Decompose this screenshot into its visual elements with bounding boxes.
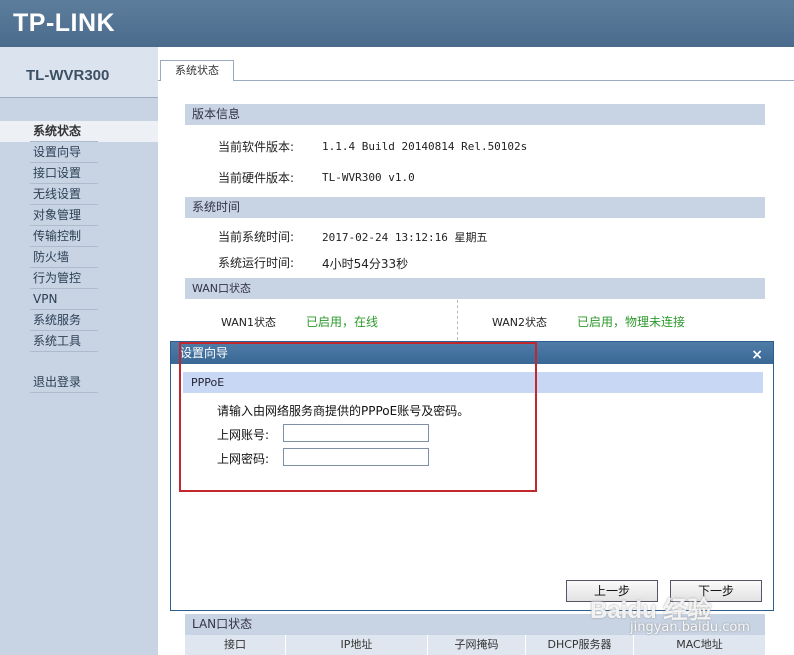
device-model: TL-WVR300	[0, 47, 158, 98]
sidebar-item-services[interactable]: 系统服务	[0, 310, 158, 331]
sidebar: TL-WVR300 系统状态 设置向导 接口设置 无线设置 对象管理 传输控制 …	[0, 47, 158, 655]
sidebar-item-tools[interactable]: 系统工具	[0, 331, 158, 352]
uptime-value: 4小时54分33秒	[322, 257, 409, 271]
lan-col-ip: IP地址	[286, 635, 428, 655]
lan-col-mac: MAC地址	[676, 638, 723, 651]
account-input[interactable]	[283, 424, 429, 442]
dialog-title: 设置向导	[180, 346, 229, 360]
version-section-header: 版本信息	[185, 104, 765, 125]
wan1-label: WAN1状态	[221, 316, 277, 329]
account-label: 上网账号:	[217, 428, 270, 442]
sidebar-item-logout[interactable]: 退出登录	[0, 372, 158, 393]
wan1-status: 已启用，在线	[306, 315, 379, 329]
lan-table-header: 接口 IP地址 子网掩码 DHCP服务器 MAC地址	[185, 635, 765, 655]
sidebar-item-setup-wizard[interactable]: 设置向导	[0, 142, 158, 163]
wan-divider	[457, 300, 458, 340]
tab-divider	[158, 80, 794, 81]
wan2-status: 已启用，物理未连接	[577, 315, 686, 329]
sidebar-item-interface[interactable]: 接口设置	[0, 163, 158, 184]
baidu-watermark-url: jingyan.baidu.com	[630, 620, 750, 635]
lan-col-subnet: 子网掩码	[428, 635, 526, 655]
dialog-titlebar: 设置向导 ×	[171, 342, 773, 364]
password-input[interactable]	[283, 448, 429, 466]
top-banner: TP-LINK	[0, 0, 794, 47]
hardware-version-label: 当前硬件版本:	[218, 171, 295, 185]
sidebar-item-objects[interactable]: 对象管理	[0, 205, 158, 226]
tp-link-logo: TP-LINK	[13, 9, 116, 37]
pppoe-instruction: 请输入由网络服务商提供的PPPoE账号及密码。	[217, 404, 470, 418]
pppoe-section-header: PPPoE	[183, 372, 763, 393]
lan-col-dhcp: DHCP服务器	[526, 635, 634, 655]
time-section-header: 系统时间	[185, 197, 765, 218]
sidebar-item-vpn[interactable]: VPN	[0, 289, 158, 310]
uptime-label: 系统运行时间:	[218, 256, 295, 270]
lan-col-interface: 接口	[185, 635, 286, 655]
system-time-label: 当前系统时间:	[218, 230, 295, 244]
password-label: 上网密码:	[217, 452, 270, 466]
sidebar-menu: 系统状态 设置向导 接口设置 无线设置 对象管理 传输控制 防火墙 行为管控 V…	[0, 121, 158, 393]
setup-wizard-dialog: 设置向导 × PPPoE 请输入由网络服务商提供的PPPoE账号及密码。 上网账…	[170, 341, 774, 611]
sidebar-item-wireless[interactable]: 无线设置	[0, 184, 158, 205]
software-version-value: 1.1.4 Build 20140814 Rel.50102s	[322, 140, 528, 153]
wan2-label: WAN2状态	[492, 316, 548, 329]
sidebar-item-behavior[interactable]: 行为管控	[0, 268, 158, 289]
sidebar-item-firewall[interactable]: 防火墙	[0, 247, 158, 268]
system-time-value: 2017-02-24 13:12:16 星期五	[322, 231, 488, 244]
tab-system-status[interactable]: 系统状态	[160, 60, 234, 81]
software-version-label: 当前软件版本:	[218, 140, 295, 154]
sidebar-item-transfer-control[interactable]: 传输控制	[0, 226, 158, 247]
hardware-version-value: TL-WVR300 v1.0	[322, 171, 415, 184]
sidebar-item-system-status[interactable]: 系统状态	[0, 121, 158, 142]
wan-section-header: WAN口状态	[185, 278, 765, 299]
close-icon[interactable]: ×	[751, 344, 763, 366]
